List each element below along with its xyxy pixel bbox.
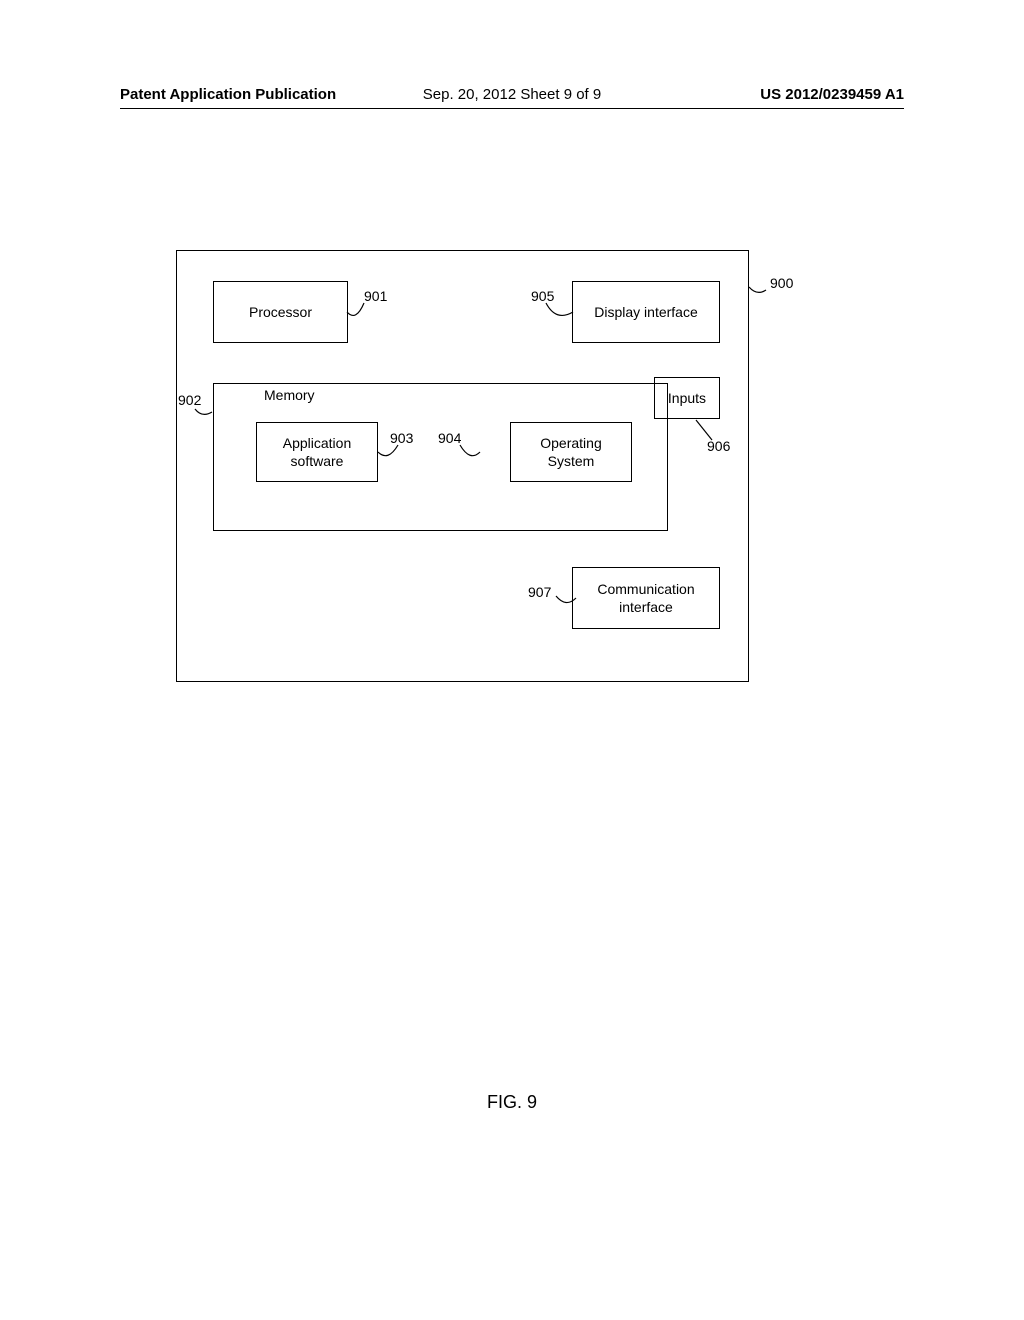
header-publication-number: US 2012/0239459 A1 [760, 86, 904, 103]
ref-num-903: 903 [390, 430, 413, 446]
header-rule [120, 108, 904, 109]
operating-system-label: Operating System [540, 434, 601, 470]
inputs-label: Inputs [668, 389, 706, 407]
header-date-sheet: Sep. 20, 2012 Sheet 9 of 9 [423, 86, 601, 103]
operating-system-block: Operating System [510, 422, 632, 482]
display-interface-label: Display interface [594, 303, 698, 321]
communication-interface-block: Communication interface [572, 567, 720, 629]
processor-block: Processor [213, 281, 348, 343]
application-software-label: Application software [283, 434, 352, 470]
page-header: Patent Application Publication Sep. 20, … [0, 86, 1024, 103]
processor-label: Processor [249, 303, 312, 321]
communication-interface-label: Communication interface [597, 580, 694, 616]
ref-num-906: 906 [707, 438, 730, 454]
header-publication-type: Patent Application Publication [120, 86, 336, 103]
memory-label: Memory [264, 386, 315, 404]
application-software-block: Application software [256, 422, 378, 482]
device-container-900: Processor Display interface Memory Appli… [176, 250, 749, 682]
ref-num-900: 900 [770, 275, 793, 291]
display-interface-block: Display interface [572, 281, 720, 343]
memory-block: Memory Application software Operating Sy… [213, 383, 668, 531]
figure-caption: FIG. 9 [487, 1092, 537, 1113]
ref-num-907: 907 [528, 584, 551, 600]
ref-num-902: 902 [178, 392, 201, 408]
ref-num-901: 901 [364, 288, 387, 304]
ref-num-904: 904 [438, 430, 461, 446]
ref-num-905: 905 [531, 288, 554, 304]
inputs-block: Inputs [654, 377, 720, 419]
